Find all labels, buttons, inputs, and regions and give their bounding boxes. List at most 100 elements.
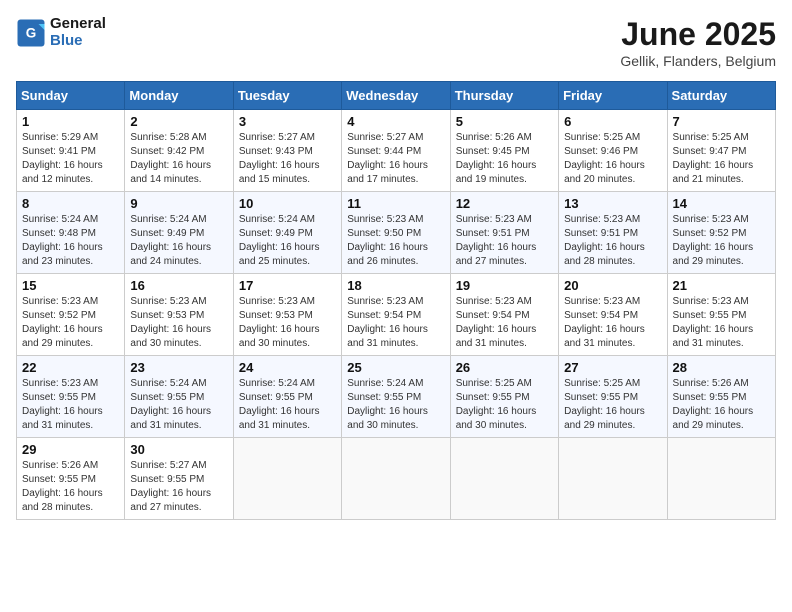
header-thursday: Thursday	[450, 82, 558, 110]
day-info: Sunrise: 5:25 AMSunset: 9:55 PMDaylight:…	[456, 378, 537, 431]
calendar-week-row: 22 Sunrise: 5:23 AMSunset: 9:55 PMDaylig…	[17, 356, 776, 438]
calendar-cell: 15 Sunrise: 5:23 AMSunset: 9:52 PMDaylig…	[17, 274, 125, 356]
day-info: Sunrise: 5:25 AMSunset: 9:55 PMDaylight:…	[564, 378, 645, 431]
day-info: Sunrise: 5:24 AMSunset: 9:55 PMDaylight:…	[130, 378, 211, 431]
calendar-cell: 8 Sunrise: 5:24 AMSunset: 9:48 PMDayligh…	[17, 192, 125, 274]
header-monday: Monday	[125, 82, 233, 110]
day-number: 12	[456, 196, 553, 211]
calendar-cell: 24 Sunrise: 5:24 AMSunset: 9:55 PMDaylig…	[233, 356, 341, 438]
day-info: Sunrise: 5:24 AMSunset: 9:49 PMDaylight:…	[130, 214, 211, 267]
day-number: 8	[22, 196, 119, 211]
title-area: June 2025 Gellik, Flanders, Belgium	[620, 16, 776, 69]
day-number: 29	[22, 442, 119, 457]
header: G General Blue June 2025 Gellik, Flander…	[16, 16, 776, 69]
header-friday: Friday	[559, 82, 667, 110]
day-info: Sunrise: 5:23 AMSunset: 9:52 PMDaylight:…	[673, 214, 754, 267]
day-info: Sunrise: 5:23 AMSunset: 9:54 PMDaylight:…	[456, 296, 537, 349]
calendar-cell: 25 Sunrise: 5:24 AMSunset: 9:55 PMDaylig…	[342, 356, 450, 438]
day-number: 13	[564, 196, 661, 211]
day-number: 4	[347, 114, 444, 129]
calendar-cell: 14 Sunrise: 5:23 AMSunset: 9:52 PMDaylig…	[667, 192, 775, 274]
day-number: 15	[22, 278, 119, 293]
day-info: Sunrise: 5:23 AMSunset: 9:50 PMDaylight:…	[347, 214, 428, 267]
calendar-cell: 21 Sunrise: 5:23 AMSunset: 9:55 PMDaylig…	[667, 274, 775, 356]
day-number: 30	[130, 442, 227, 457]
header-saturday: Saturday	[667, 82, 775, 110]
calendar-cell	[342, 438, 450, 520]
day-number: 11	[347, 196, 444, 211]
day-number: 7	[673, 114, 770, 129]
calendar-cell: 26 Sunrise: 5:25 AMSunset: 9:55 PMDaylig…	[450, 356, 558, 438]
calendar-cell: 5 Sunrise: 5:26 AMSunset: 9:45 PMDayligh…	[450, 110, 558, 192]
calendar-cell: 10 Sunrise: 5:24 AMSunset: 9:49 PMDaylig…	[233, 192, 341, 274]
day-number: 28	[673, 360, 770, 375]
day-number: 17	[239, 278, 336, 293]
svg-text:G: G	[26, 25, 37, 40]
day-number: 22	[22, 360, 119, 375]
day-number: 3	[239, 114, 336, 129]
calendar-cell: 9 Sunrise: 5:24 AMSunset: 9:49 PMDayligh…	[125, 192, 233, 274]
logo-general-text: General	[50, 16, 106, 33]
calendar-cell: 22 Sunrise: 5:23 AMSunset: 9:55 PMDaylig…	[17, 356, 125, 438]
day-info: Sunrise: 5:25 AMSunset: 9:46 PMDaylight:…	[564, 132, 645, 185]
header-wednesday: Wednesday	[342, 82, 450, 110]
day-info: Sunrise: 5:27 AMSunset: 9:43 PMDaylight:…	[239, 132, 320, 185]
day-number: 6	[564, 114, 661, 129]
calendar-cell: 6 Sunrise: 5:25 AMSunset: 9:46 PMDayligh…	[559, 110, 667, 192]
day-info: Sunrise: 5:23 AMSunset: 9:54 PMDaylight:…	[347, 296, 428, 349]
calendar-week-row: 15 Sunrise: 5:23 AMSunset: 9:52 PMDaylig…	[17, 274, 776, 356]
calendar-cell: 29 Sunrise: 5:26 AMSunset: 9:55 PMDaylig…	[17, 438, 125, 520]
day-info: Sunrise: 5:24 AMSunset: 9:48 PMDaylight:…	[22, 214, 103, 267]
day-info: Sunrise: 5:23 AMSunset: 9:53 PMDaylight:…	[239, 296, 320, 349]
day-info: Sunrise: 5:23 AMSunset: 9:52 PMDaylight:…	[22, 296, 103, 349]
calendar-cell: 16 Sunrise: 5:23 AMSunset: 9:53 PMDaylig…	[125, 274, 233, 356]
day-info: Sunrise: 5:28 AMSunset: 9:42 PMDaylight:…	[130, 132, 211, 185]
day-info: Sunrise: 5:23 AMSunset: 9:54 PMDaylight:…	[564, 296, 645, 349]
logo-blue-text: Blue	[50, 33, 106, 50]
calendar-cell: 23 Sunrise: 5:24 AMSunset: 9:55 PMDaylig…	[125, 356, 233, 438]
calendar-cell	[667, 438, 775, 520]
day-number: 27	[564, 360, 661, 375]
day-info: Sunrise: 5:29 AMSunset: 9:41 PMDaylight:…	[22, 132, 103, 185]
day-number: 1	[22, 114, 119, 129]
calendar-cell: 27 Sunrise: 5:25 AMSunset: 9:55 PMDaylig…	[559, 356, 667, 438]
day-info: Sunrise: 5:23 AMSunset: 9:53 PMDaylight:…	[130, 296, 211, 349]
calendar-cell: 2 Sunrise: 5:28 AMSunset: 9:42 PMDayligh…	[125, 110, 233, 192]
day-number: 26	[456, 360, 553, 375]
day-info: Sunrise: 5:23 AMSunset: 9:55 PMDaylight:…	[673, 296, 754, 349]
day-info: Sunrise: 5:26 AMSunset: 9:45 PMDaylight:…	[456, 132, 537, 185]
calendar-cell: 20 Sunrise: 5:23 AMSunset: 9:54 PMDaylig…	[559, 274, 667, 356]
day-info: Sunrise: 5:27 AMSunset: 9:44 PMDaylight:…	[347, 132, 428, 185]
calendar-cell: 30 Sunrise: 5:27 AMSunset: 9:55 PMDaylig…	[125, 438, 233, 520]
day-number: 16	[130, 278, 227, 293]
calendar-cell	[233, 438, 341, 520]
calendar-cell: 13 Sunrise: 5:23 AMSunset: 9:51 PMDaylig…	[559, 192, 667, 274]
day-info: Sunrise: 5:24 AMSunset: 9:49 PMDaylight:…	[239, 214, 320, 267]
calendar-cell: 18 Sunrise: 5:23 AMSunset: 9:54 PMDaylig…	[342, 274, 450, 356]
calendar-cell	[450, 438, 558, 520]
calendar-cell: 28 Sunrise: 5:26 AMSunset: 9:55 PMDaylig…	[667, 356, 775, 438]
calendar-cell: 4 Sunrise: 5:27 AMSunset: 9:44 PMDayligh…	[342, 110, 450, 192]
calendar-cell: 3 Sunrise: 5:27 AMSunset: 9:43 PMDayligh…	[233, 110, 341, 192]
day-number: 10	[239, 196, 336, 211]
day-number: 18	[347, 278, 444, 293]
day-number: 9	[130, 196, 227, 211]
day-number: 14	[673, 196, 770, 211]
logo: G General Blue	[16, 16, 106, 49]
days-header-row: Sunday Monday Tuesday Wednesday Thursday…	[17, 82, 776, 110]
calendar-week-row: 29 Sunrise: 5:26 AMSunset: 9:55 PMDaylig…	[17, 438, 776, 520]
calendar-week-row: 1 Sunrise: 5:29 AMSunset: 9:41 PMDayligh…	[17, 110, 776, 192]
day-info: Sunrise: 5:23 AMSunset: 9:51 PMDaylight:…	[564, 214, 645, 267]
calendar-cell: 19 Sunrise: 5:23 AMSunset: 9:54 PMDaylig…	[450, 274, 558, 356]
month-title: June 2025	[620, 16, 776, 53]
day-number: 5	[456, 114, 553, 129]
day-number: 25	[347, 360, 444, 375]
calendar-cell: 1 Sunrise: 5:29 AMSunset: 9:41 PMDayligh…	[17, 110, 125, 192]
day-info: Sunrise: 5:24 AMSunset: 9:55 PMDaylight:…	[239, 378, 320, 431]
calendar-cell: 11 Sunrise: 5:23 AMSunset: 9:50 PMDaylig…	[342, 192, 450, 274]
calendar-cell: 7 Sunrise: 5:25 AMSunset: 9:47 PMDayligh…	[667, 110, 775, 192]
calendar-cell: 12 Sunrise: 5:23 AMSunset: 9:51 PMDaylig…	[450, 192, 558, 274]
day-number: 23	[130, 360, 227, 375]
day-number: 19	[456, 278, 553, 293]
day-info: Sunrise: 5:27 AMSunset: 9:55 PMDaylight:…	[130, 460, 211, 513]
